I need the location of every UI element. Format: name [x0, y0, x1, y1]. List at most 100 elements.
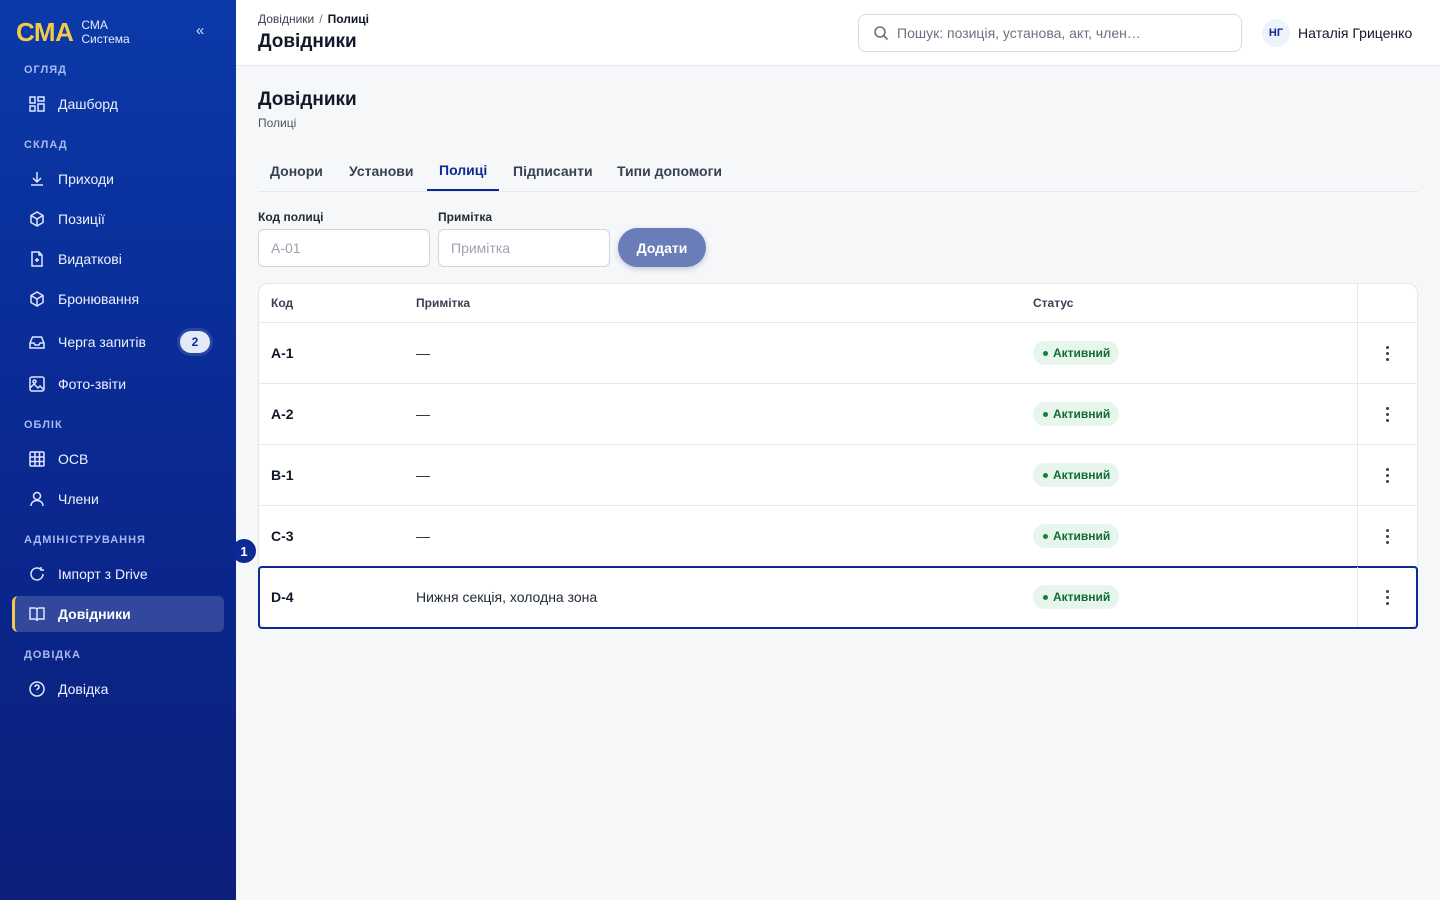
table-header: Код Примітка Статус	[259, 284, 1417, 323]
row-actions-button[interactable]	[1357, 567, 1417, 627]
column-header-code: Код	[271, 296, 294, 310]
shelf-code: A-1	[271, 345, 294, 361]
sidebar-item-label: Довідники	[58, 606, 131, 622]
tab-aid-types[interactable]: Типи допомоги	[605, 150, 734, 191]
refresh-icon	[28, 565, 46, 583]
sidebar-item-label: Бронювання	[58, 291, 140, 307]
dashboard-icon	[28, 95, 46, 113]
tab-institutions[interactable]: Установи	[337, 150, 425, 191]
shelf-code: C-3	[271, 528, 294, 544]
sidebar-item-label: Члени	[58, 491, 99, 507]
shelf-note: —	[416, 528, 430, 544]
brand-logo: СМА	[16, 16, 74, 47]
row-actions-button[interactable]	[1357, 384, 1417, 444]
status-dot-icon	[1043, 350, 1048, 356]
sidebar-item-request-queue[interactable]: Черга запитів 2	[12, 324, 224, 360]
table-row[interactable]: A-2 — Активний	[259, 384, 1417, 445]
breadcrumb-parent[interactable]: Довідники	[258, 12, 314, 26]
image-icon	[28, 375, 46, 393]
section-label-warehouse: СКЛАД	[24, 139, 68, 151]
status-dot-icon	[1043, 594, 1048, 600]
shelf-code-label: Код полиці	[258, 210, 324, 224]
status-badge: Активний	[1033, 341, 1120, 365]
note-input[interactable]	[438, 229, 610, 267]
tab-donors[interactable]: Донори	[258, 150, 335, 191]
status-dot-icon	[1043, 472, 1048, 478]
sidebar-item-label: Довідка	[58, 681, 109, 697]
box-icon	[28, 210, 46, 228]
sidebar-item-members[interactable]: Члени	[12, 481, 224, 517]
note-label: Примітка	[438, 210, 493, 224]
table-icon	[28, 450, 46, 468]
shelf-note: —	[416, 406, 430, 422]
sidebar-item-label: Черга запитів	[58, 334, 146, 350]
sidebar-item-photo-reports[interactable]: Фото-звіти	[12, 366, 224, 402]
status-badge: Активний	[1033, 524, 1120, 548]
sidebar-item-directories[interactable]: Довідники	[12, 596, 224, 632]
inbox-icon	[28, 333, 46, 351]
search-icon	[874, 26, 889, 41]
tab-shelves[interactable]: Полиці	[427, 150, 500, 191]
shelf-code: A-2	[271, 406, 294, 422]
brand-line-1: СМА	[81, 18, 108, 32]
sidebar-item-dashboard[interactable]: Дашборд	[12, 86, 224, 122]
row-actions-button[interactable]	[1357, 323, 1417, 383]
topbar: Довідники / Полиці Довідники НГ Наталія Гр…	[236, 0, 1440, 66]
queue-count-badge: 2	[180, 331, 210, 353]
sidebar-item-label: Приходи	[58, 171, 114, 187]
sidebar-item-bookings[interactable]: Бронювання	[12, 281, 224, 317]
sidebar-item-osv[interactable]: ОСВ	[12, 441, 224, 477]
avatar: НГ	[1262, 19, 1290, 47]
tabs: Донори Установи Полиці Підписанти Типи д…	[258, 150, 1418, 192]
table-row-selected[interactable]: D-4 Нижня секція, холодна зона Активний	[258, 566, 1418, 629]
shelf-note: —	[416, 467, 430, 483]
shelf-code: B-1	[271, 467, 294, 483]
shelf-note: —	[416, 345, 430, 361]
add-button[interactable]: Додати	[618, 228, 706, 267]
status-text: Активний	[1053, 407, 1111, 421]
document-icon	[28, 250, 46, 268]
column-divider	[1357, 284, 1358, 323]
sidebar-item-receipts[interactable]: Приходи	[12, 161, 224, 197]
kebab-menu-icon	[1386, 345, 1389, 361]
kebab-menu-icon	[1386, 528, 1389, 544]
book-icon	[28, 605, 46, 623]
help-icon	[28, 680, 46, 698]
download-icon	[28, 170, 46, 188]
section-label-overview: ОГЛЯД	[24, 64, 67, 76]
table-row[interactable]: C-3 — Активний	[259, 506, 1417, 567]
sidebar-item-drive-import[interactable]: Імпорт з Drive	[12, 556, 224, 592]
user-name: Наталія Гриценко	[1298, 25, 1413, 41]
shelves-table: Код Примітка Статус A-1 — Активний A-2 —…	[258, 283, 1418, 629]
status-badge: Активний	[1033, 585, 1120, 609]
row-actions-button[interactable]	[1357, 506, 1417, 566]
shelf-code-input[interactable]	[258, 229, 430, 267]
user-menu[interactable]: НГ Наталія Гриценко	[1262, 18, 1412, 48]
sidebar-item-expenses[interactable]: Видаткові	[12, 241, 224, 277]
search-box[interactable]	[858, 14, 1242, 52]
collapse-sidebar-button[interactable]: «	[196, 22, 212, 42]
brand-text: СМА Система	[81, 18, 129, 46]
sidebar-item-help[interactable]: Довідка	[12, 671, 224, 707]
sidebar-item-label: Позиції	[58, 211, 105, 227]
kebab-menu-icon	[1386, 467, 1389, 483]
table-row[interactable]: B-1 — Активний	[259, 445, 1417, 506]
row-actions-button[interactable]	[1357, 445, 1417, 505]
sidebar-item-positions[interactable]: Позиції	[12, 201, 224, 237]
section-label-help: ДОВІДКА	[24, 649, 81, 661]
sidebar-item-label: Видаткові	[58, 251, 122, 267]
search-input[interactable]	[897, 25, 1227, 41]
shelf-note: Нижня секція, холодна зона	[416, 589, 598, 605]
column-header-status: Статус	[1033, 296, 1074, 310]
table-row[interactable]: A-1 — Активний	[259, 323, 1417, 384]
box-icon	[28, 290, 46, 308]
topbar-title: Довідники	[258, 31, 357, 52]
shelf-code: D-4	[271, 589, 294, 605]
tab-signatories[interactable]: Підписанти	[501, 150, 605, 191]
brand-line-2: Система	[81, 32, 130, 46]
status-dot-icon	[1043, 533, 1048, 539]
sidebar-item-label: ОСВ	[58, 451, 89, 467]
status-text: Активний	[1053, 529, 1111, 543]
sidebar-item-label: Дашборд	[58, 96, 118, 112]
brand[interactable]: СМА СМА Система	[16, 14, 130, 50]
